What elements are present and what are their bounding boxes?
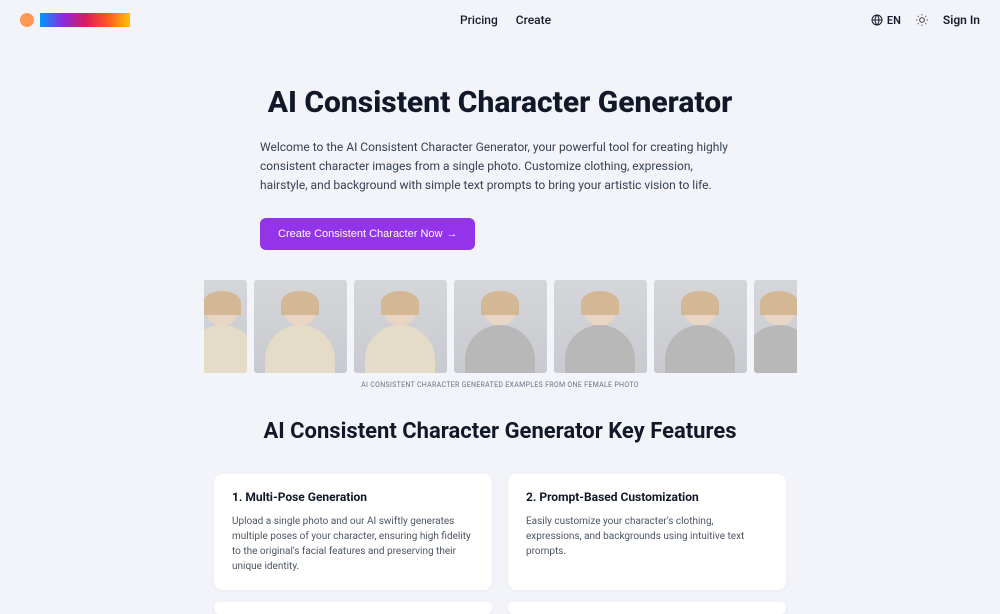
features-section: AI Consistent Character Generator Key Fe… bbox=[0, 419, 1000, 614]
nav-links: Pricing Create bbox=[460, 13, 551, 27]
logo-bar bbox=[40, 13, 130, 27]
gallery-image bbox=[354, 280, 447, 373]
language-selector[interactable]: EN bbox=[871, 14, 901, 27]
gallery-image bbox=[204, 280, 247, 373]
nav-create[interactable]: Create bbox=[516, 13, 551, 27]
gallery-image bbox=[454, 280, 547, 373]
gallery-image bbox=[654, 280, 747, 373]
feature-card-1: 1. Multi-Pose Generation Upload a single… bbox=[214, 474, 492, 590]
gallery-image bbox=[554, 280, 647, 373]
gallery-caption: AI CONSISTENT CHARACTER GENERATED EXAMPL… bbox=[0, 381, 1000, 389]
gallery-image bbox=[254, 280, 347, 373]
lang-label: EN bbox=[887, 14, 901, 27]
feature-desc: Upload a single photo and our AI swiftly… bbox=[232, 514, 474, 574]
signin-button[interactable]: Sign In bbox=[943, 13, 980, 27]
features-grid-row-2 bbox=[204, 602, 796, 614]
header-right: EN Sign In bbox=[871, 13, 980, 27]
feature-card-3 bbox=[214, 602, 492, 614]
create-character-button[interactable]: Create Consistent Character Now → bbox=[260, 218, 475, 250]
features-grid: 1. Multi-Pose Generation Upload a single… bbox=[204, 474, 796, 590]
main-content: AI Consistent Character Generator Welcom… bbox=[0, 40, 1000, 614]
feature-card-4 bbox=[508, 602, 786, 614]
gallery-image bbox=[754, 280, 797, 373]
feature-title: 1. Multi-Pose Generation bbox=[232, 490, 474, 504]
logo[interactable] bbox=[20, 13, 130, 27]
theme-toggle-icon[interactable] bbox=[915, 13, 929, 27]
feature-card-2: 2. Prompt-Based Customization Easily cus… bbox=[508, 474, 786, 590]
feature-title: 2. Prompt-Based Customization bbox=[526, 490, 768, 504]
globe-icon bbox=[871, 14, 883, 26]
logo-icon bbox=[20, 13, 34, 27]
feature-desc: Easily customize your character's clothi… bbox=[526, 514, 768, 559]
arrow-right-icon: → bbox=[446, 228, 457, 240]
features-title: AI Consistent Character Generator Key Fe… bbox=[0, 419, 1000, 444]
cta-label: Create Consistent Character Now bbox=[278, 228, 442, 240]
hero-description: Welcome to the AI Consistent Character G… bbox=[260, 138, 740, 196]
nav-pricing[interactable]: Pricing bbox=[460, 13, 498, 27]
page-title: AI Consistent Character Generator bbox=[260, 85, 740, 120]
header: Pricing Create EN Sign In bbox=[0, 0, 1000, 40]
example-gallery bbox=[204, 280, 797, 373]
hero-section: AI Consistent Character Generator Welcom… bbox=[240, 85, 760, 250]
